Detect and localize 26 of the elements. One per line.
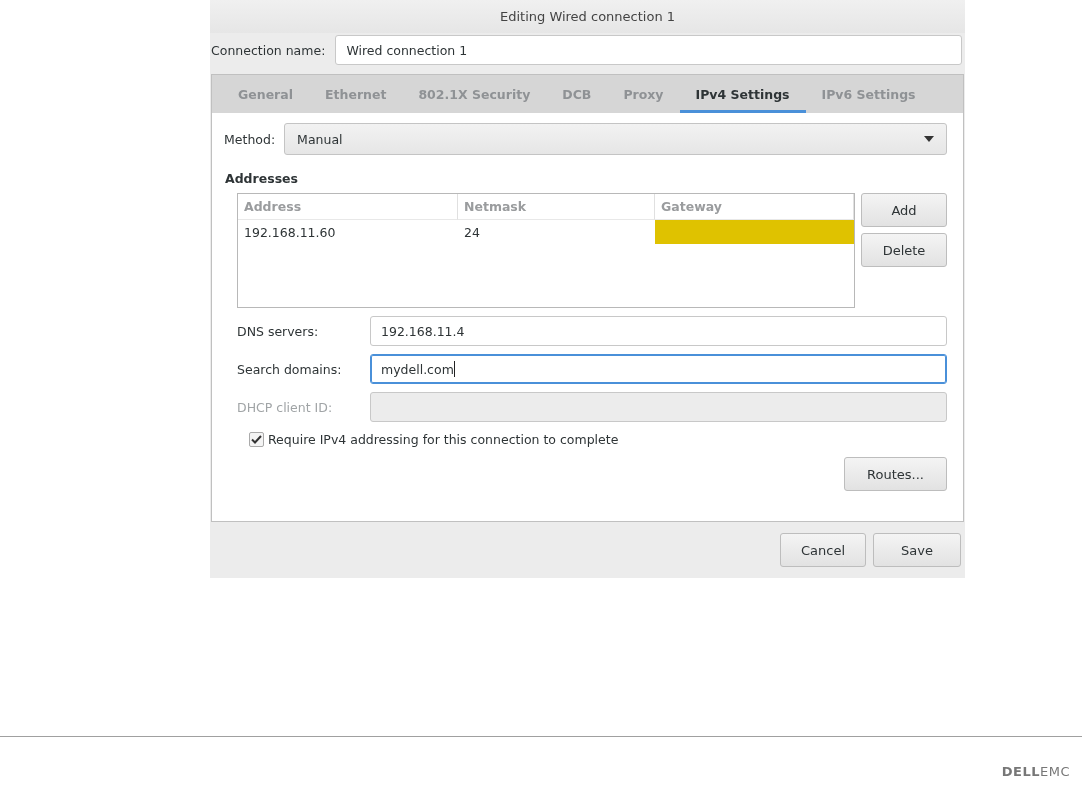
window-title: Editing Wired connection 1 <box>499 9 676 24</box>
logo-text: EMC <box>1040 764 1070 779</box>
save-button[interactable]: Save <box>873 533 961 567</box>
caret-icon <box>924 136 934 142</box>
input-field[interactable]: 192.168.11.4 <box>370 316 947 346</box>
field-label: Search domains: <box>237 361 342 377</box>
connection-name-field[interactable]: Wired connection 1 <box>335 35 962 65</box>
field-label: Connection name: <box>211 42 326 58</box>
field-label: DNS servers: <box>237 323 319 339</box>
section-title: Addresses <box>225 171 299 186</box>
field-label: Method: <box>224 131 276 147</box>
checkmark-icon <box>251 435 262 444</box>
field-label: DHCP client ID: <box>237 399 333 415</box>
checkbox[interactable] <box>249 432 264 447</box>
method-dropdown[interactable]: Manual <box>284 123 947 155</box>
gateway-cell[interactable] <box>655 220 854 244</box>
checkbox-label: Require IPv4 addressing for this connection to complete <box>268 432 619 447</box>
add-button[interactable]: Add <box>861 193 947 227</box>
routes-button[interactable]: Routes... <box>844 457 947 491</box>
input-field[interactable]: mydell.com <box>370 354 947 384</box>
table-cell-text: 192.168.11.60 <box>243 223 337 242</box>
cancel-button[interactable]: Cancel <box>780 533 866 567</box>
table-cell-text: 24 <box>463 223 481 242</box>
logo-text: DELL <box>1001 764 1040 779</box>
text-cursor <box>453 361 455 377</box>
delete-button[interactable]: Delete <box>861 233 947 267</box>
